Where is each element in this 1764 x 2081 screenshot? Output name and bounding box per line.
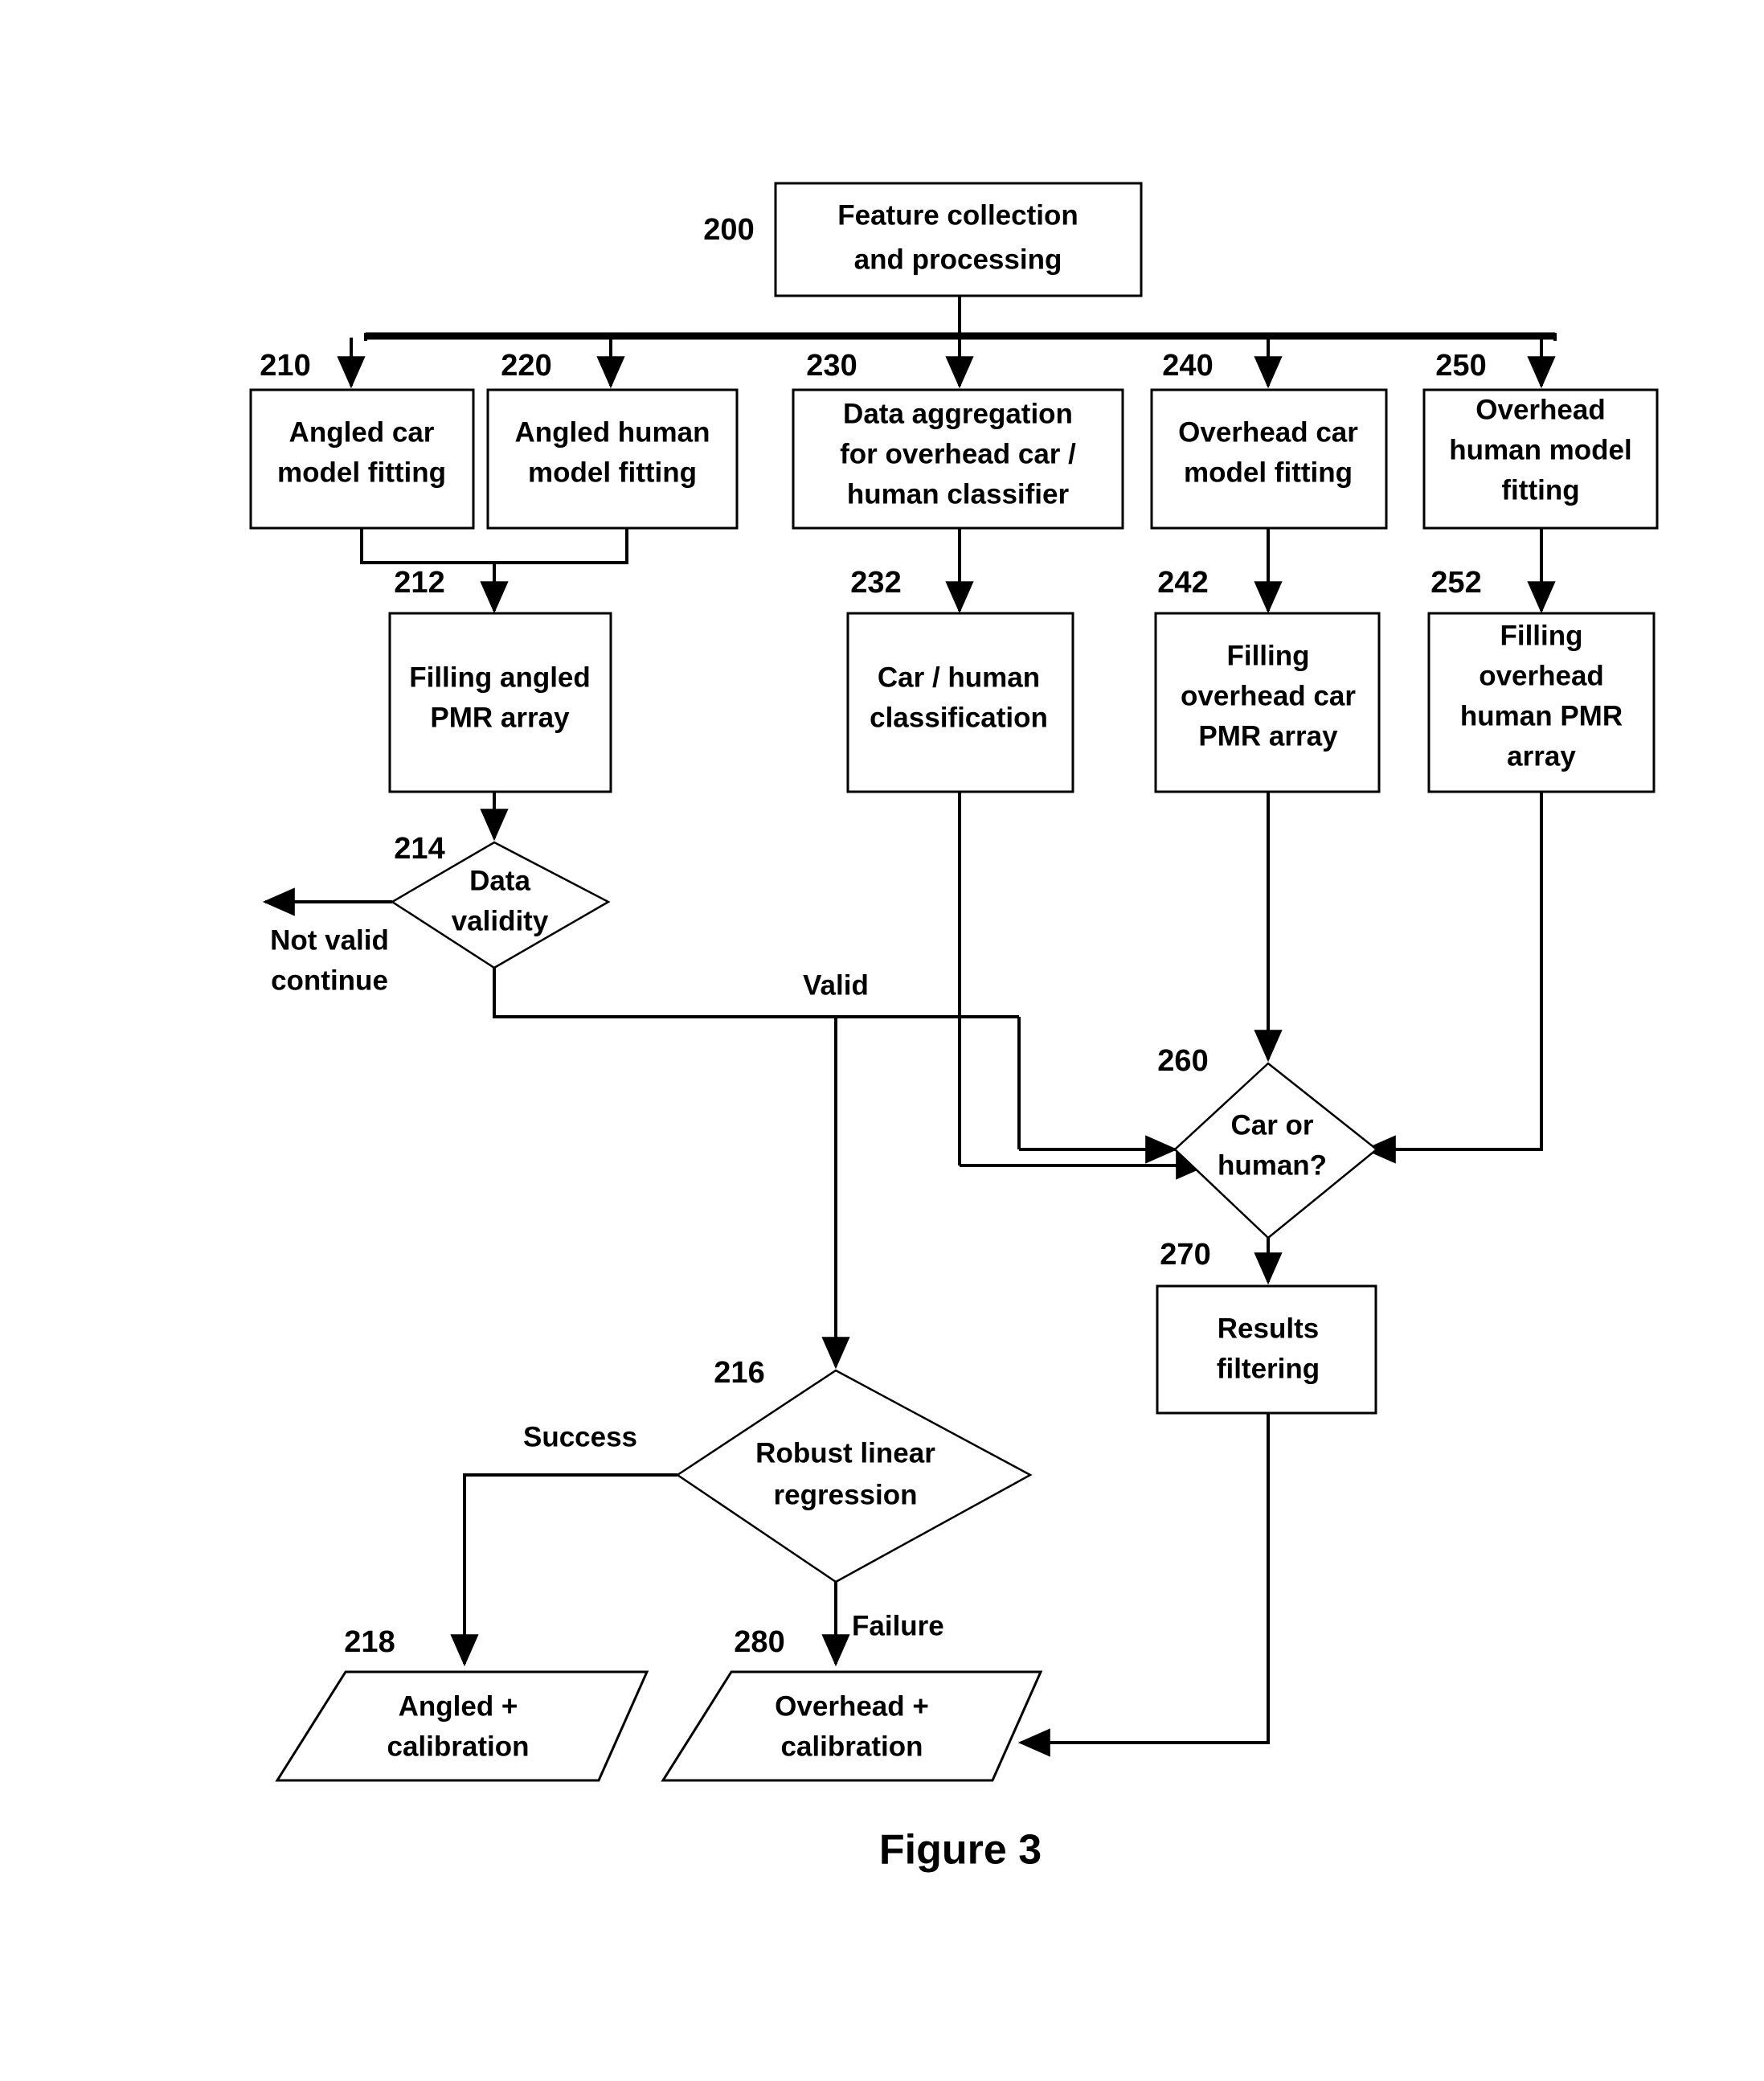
node-220-line-2: model fitting <box>528 457 697 488</box>
node-242-line-2: overhead car <box>1181 680 1356 711</box>
node-200-line-1: Feature collection <box>837 199 1078 231</box>
node-218-line-2: calibration <box>387 1731 530 1762</box>
node-214[interactable]: 214 Data validity <box>390 832 611 969</box>
node-240-line-1: Overhead car <box>1178 416 1358 448</box>
node-218-line-1: Angled + <box>399 1690 518 1722</box>
node-216-diamond[interactable] <box>675 1369 1033 1583</box>
edge-label-valid: Valid <box>803 969 869 1001</box>
node-220-ref: 220 <box>501 349 551 383</box>
edge-270-to-280 <box>1017 1413 1270 1757</box>
node-210[interactable]: 210 Angled car model fitting <box>249 349 475 530</box>
node-212-ref: 212 <box>394 566 444 600</box>
node-252-line-2: overhead <box>1479 660 1604 691</box>
node-250-line-1: Overhead <box>1475 394 1605 425</box>
edge-label-success: Success <box>523 1421 637 1452</box>
edge-214-valid-run <box>493 968 1019 1018</box>
node-250-ref: 250 <box>1435 349 1486 383</box>
node-280-line-1: Overhead + <box>775 1690 929 1722</box>
node-280-ref: 280 <box>734 1625 784 1659</box>
edge-label-failure: Failure <box>852 1610 944 1641</box>
node-216[interactable]: 216 Robust linear regression <box>675 1356 1033 1583</box>
node-210-ref: 210 <box>260 349 310 383</box>
node-200[interactable]: 200 Feature collection and processing <box>703 182 1143 297</box>
node-218-ref: 218 <box>344 1625 395 1659</box>
node-240-ref: 240 <box>1162 349 1213 383</box>
node-252-line-4: array <box>1507 740 1576 772</box>
node-218-parallelogram[interactable] <box>275 1670 649 1782</box>
node-260[interactable]: 260 Car or human? <box>1157 1044 1378 1239</box>
node-260-line-1: Car or <box>1230 1109 1313 1141</box>
node-216-ref: 216 <box>714 1356 764 1390</box>
node-212-line-2: PMR array <box>430 702 570 733</box>
flowchart-svg: 200 Feature collection and processing 21… <box>249 182 1659 1874</box>
node-270-ref: 270 <box>1160 1238 1210 1272</box>
edge-label-not-valid-2: continue <box>271 965 388 996</box>
edge-252-to-260 <box>1363 792 1543 1164</box>
node-280-line-2: calibration <box>781 1731 923 1762</box>
node-260-ref: 260 <box>1157 1044 1208 1078</box>
node-214-line-1: Data <box>469 865 530 896</box>
node-216-line-2: regression <box>774 1479 918 1510</box>
node-230-ref: 230 <box>806 349 857 383</box>
edge-216-success-to-218 <box>450 1473 677 1667</box>
node-230-line-3: human classifier <box>847 478 1070 510</box>
figure-caption: Figure 3 <box>879 1827 1042 1874</box>
node-250-line-3: fitting <box>1501 474 1579 506</box>
node-212-line-1: Filling angled <box>409 662 591 693</box>
node-252-line-1: Filling <box>1500 620 1582 651</box>
node-270-box[interactable] <box>1156 1284 1377 1415</box>
node-216-line-1: Robust linear <box>755 1437 935 1469</box>
node-218[interactable]: 218 Angled + calibration <box>275 1625 649 1782</box>
node-260-line-2: human? <box>1218 1149 1327 1181</box>
patent-figure-page: 200 Feature collection and processing 21… <box>0 0 1764 2081</box>
node-210-line-2: model fitting <box>277 457 446 488</box>
node-270-line-2: filtering <box>1217 1353 1320 1384</box>
edge-label-not-valid-1: Not valid <box>270 924 389 956</box>
node-214-ref: 214 <box>394 832 444 866</box>
node-270-line-1: Results <box>1218 1313 1319 1344</box>
node-230-line-1: Data aggregation <box>843 398 1073 429</box>
node-242-ref: 242 <box>1157 566 1208 600</box>
node-242-line-3: PMR array <box>1198 720 1338 752</box>
node-232-line-2: classification <box>870 702 1048 733</box>
node-252-ref: 252 <box>1430 566 1481 600</box>
node-230-line-2: for overhead car / <box>840 438 1076 469</box>
node-280-parallelogram[interactable] <box>661 1670 1043 1782</box>
node-210-line-1: Angled car <box>289 416 435 448</box>
node-252-line-3: human PMR <box>1460 700 1623 731</box>
node-220-line-1: Angled human <box>514 416 710 448</box>
node-212[interactable]: 212 Filling angled PMR array <box>388 566 612 793</box>
node-200-line-2: and processing <box>854 244 1062 275</box>
node-214-line-2: validity <box>452 905 549 936</box>
node-280[interactable]: 280 Overhead + calibration <box>661 1625 1043 1782</box>
node-232-ref: 232 <box>850 566 901 600</box>
node-250-line-2: human model <box>1449 434 1632 465</box>
node-232-line-1: Car / human <box>878 662 1040 693</box>
node-242-line-1: Filling <box>1226 640 1309 671</box>
node-240-line-2: model fitting <box>1184 457 1353 488</box>
edge-210-220-merge <box>360 528 628 564</box>
node-200-ref: 200 <box>703 213 754 247</box>
